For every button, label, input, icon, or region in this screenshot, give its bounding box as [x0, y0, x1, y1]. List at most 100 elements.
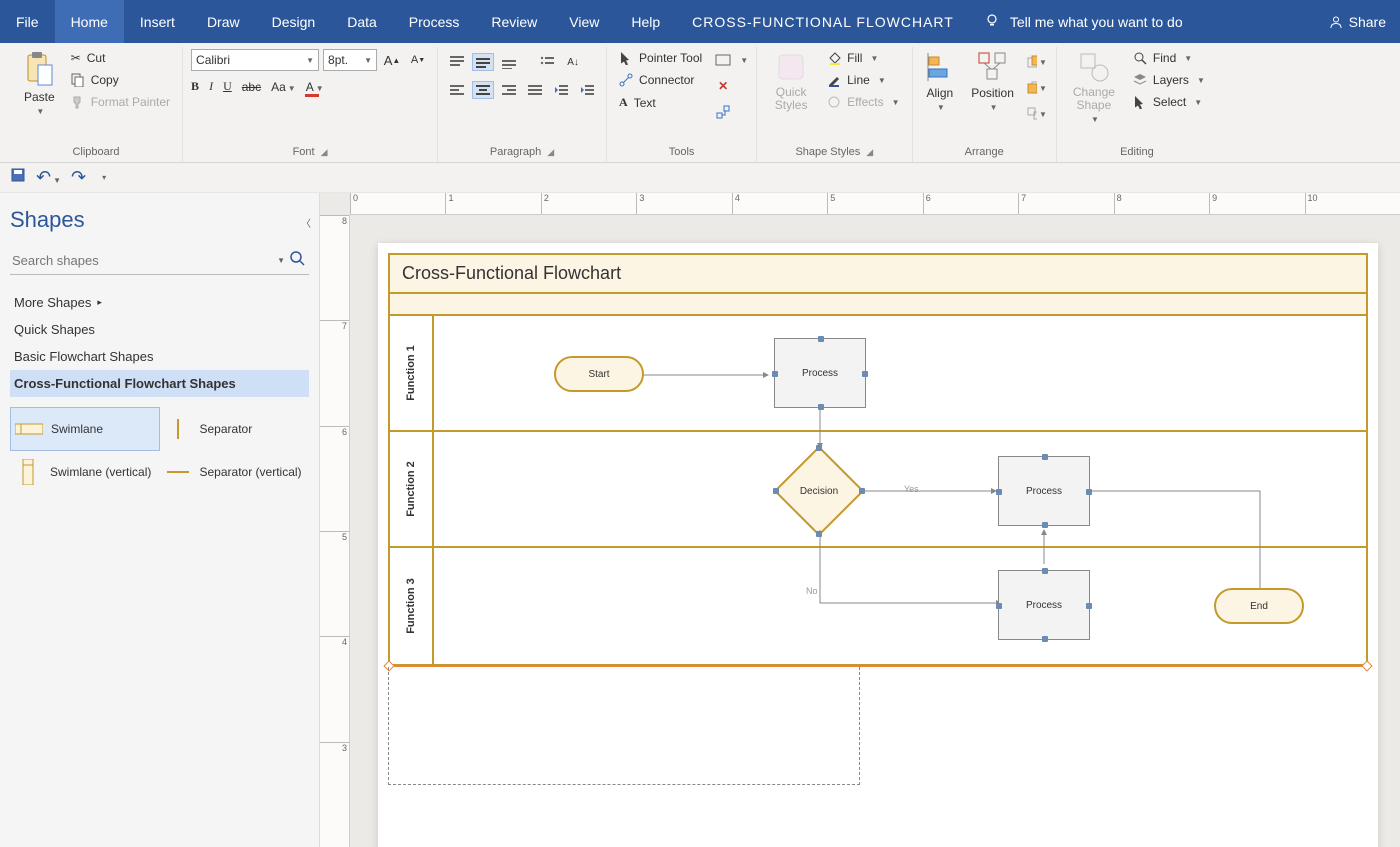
- main-area: Shapes 〈 ▼ More Shapes▸ Quick Shapes Bas…: [0, 193, 1400, 847]
- lane-2[interactable]: Function 2 Decision Yes Process: [390, 432, 1366, 548]
- dialog-launcher-icon[interactable]: ◢: [547, 147, 554, 158]
- pointer-tool-button[interactable]: Pointer Tool: [615, 49, 706, 67]
- dialog-launcher-icon[interactable]: ◢: [866, 147, 873, 158]
- select-button[interactable]: Select▼: [1129, 93, 1209, 111]
- qat-customize-button[interactable]: ▾: [102, 173, 106, 182]
- text-direction-button[interactable]: A↓: [562, 53, 584, 71]
- grow-font-button[interactable]: A▲: [381, 51, 403, 69]
- category-cross-functional[interactable]: Cross-Functional Flowchart Shapes: [10, 370, 309, 397]
- redo-button[interactable]: ↷: [71, 167, 86, 188]
- fill-button[interactable]: Fill▼: [823, 49, 903, 67]
- share-label: Share: [1349, 14, 1386, 30]
- shape-swimlane-vertical[interactable]: Swimlane (vertical): [10, 451, 160, 493]
- share-button[interactable]: Share: [1329, 14, 1386, 30]
- align-right-button[interactable]: [498, 81, 520, 99]
- drawing-canvas[interactable]: 012345678910 876543 Cross-Functional Flo…: [320, 193, 1400, 847]
- align-button[interactable]: Align▼: [921, 49, 960, 114]
- tab-home[interactable]: Home: [55, 0, 124, 43]
- tab-design[interactable]: Design: [256, 0, 332, 43]
- change-shape-button[interactable]: Change Shape▼: [1065, 49, 1123, 126]
- flowchart-title[interactable]: Cross-Functional Flowchart: [390, 255, 1366, 294]
- underline-button[interactable]: U: [223, 79, 232, 94]
- process-node-1[interactable]: Process: [774, 338, 866, 408]
- shape-swimlane[interactable]: Swimlane: [10, 407, 160, 451]
- decrease-indent-button[interactable]: [550, 81, 572, 99]
- connection-point-button[interactable]: [712, 103, 734, 121]
- shape-separator-vertical[interactable]: Separator (vertical): [160, 451, 310, 493]
- decision-node[interactable]: Decision: [776, 448, 862, 534]
- align-left-button[interactable]: [446, 81, 468, 99]
- copy-button[interactable]: Copy: [67, 71, 174, 89]
- category-basic-flowchart[interactable]: Basic Flowchart Shapes: [10, 343, 309, 370]
- copy-icon: [71, 73, 85, 87]
- bold-button[interactable]: B: [191, 79, 199, 94]
- search-icon[interactable]: [285, 248, 309, 273]
- font-family-select[interactable]: Calibri▼: [191, 49, 319, 71]
- tab-insert[interactable]: Insert: [124, 0, 191, 43]
- tab-view[interactable]: View: [553, 0, 615, 43]
- end-node[interactable]: End: [1214, 588, 1304, 624]
- process-node-2[interactable]: Process: [998, 456, 1090, 526]
- shape-separator[interactable]: Separator: [160, 407, 310, 451]
- tab-process[interactable]: Process: [393, 0, 476, 43]
- lane-3[interactable]: Function 3 No Process End: [390, 548, 1366, 664]
- tell-me-search[interactable]: Tell me what you want to do: [984, 12, 1183, 31]
- layers-button[interactable]: Layers▼: [1129, 71, 1209, 89]
- shape-search-input[interactable]: [10, 247, 275, 274]
- align-top-button[interactable]: [446, 53, 468, 71]
- cut-button[interactable]: ✂Cut: [67, 49, 174, 67]
- cursor-icon: [619, 51, 633, 65]
- undo-button[interactable]: ↶▼: [36, 167, 61, 188]
- shrink-font-button[interactable]: A▼: [407, 51, 429, 69]
- font-color-button[interactable]: A▼: [306, 80, 324, 94]
- titlebar: File Home Insert Draw Design Data Proces…: [0, 0, 1400, 43]
- position-button[interactable]: Position▼: [965, 49, 1020, 114]
- category-more-shapes[interactable]: More Shapes▸: [10, 289, 309, 316]
- collapse-pane-button[interactable]: 〈: [301, 215, 311, 230]
- category-quick-shapes[interactable]: Quick Shapes: [10, 316, 309, 343]
- tab-draw[interactable]: Draw: [191, 0, 256, 43]
- align-center-button[interactable]: [472, 81, 494, 99]
- format-painter-button[interactable]: Format Painter: [67, 93, 174, 111]
- bullets-button[interactable]: [536, 53, 558, 71]
- tab-help[interactable]: Help: [615, 0, 676, 43]
- edge-label-yes[interactable]: Yes: [904, 484, 919, 494]
- delete-connector-button[interactable]: ✕: [712, 77, 734, 95]
- lane-1[interactable]: Function 1 Start Process: [390, 316, 1366, 432]
- edge-label-no[interactable]: No: [806, 586, 818, 596]
- tab-review[interactable]: Review: [475, 0, 553, 43]
- change-case-button[interactable]: Aa▼: [271, 80, 296, 94]
- lane-1-label[interactable]: Function 1: [390, 316, 434, 430]
- quick-styles-button[interactable]: Quick Styles: [765, 49, 817, 114]
- lane-2-label[interactable]: Function 2: [390, 432, 434, 546]
- phase-header[interactable]: [390, 294, 1366, 316]
- bring-front-button[interactable]: ▼: [1026, 53, 1048, 71]
- find-button[interactable]: Find▼: [1129, 49, 1209, 67]
- effects-button[interactable]: Effects▼: [823, 93, 903, 111]
- align-bottom-button[interactable]: [498, 53, 520, 71]
- shape-search[interactable]: ▼: [10, 247, 309, 275]
- page[interactable]: Cross-Functional Flowchart Function 1 St…: [378, 243, 1378, 847]
- save-button[interactable]: [10, 167, 26, 188]
- chevron-down-icon[interactable]: ▼: [277, 256, 285, 265]
- increase-indent-button[interactable]: [576, 81, 598, 99]
- paste-button[interactable]: Paste ▼: [18, 49, 61, 118]
- send-back-button[interactable]: ▼: [1026, 79, 1048, 97]
- swimlane-container[interactable]: Cross-Functional Flowchart Function 1 St…: [388, 253, 1368, 666]
- start-node[interactable]: Start: [554, 356, 644, 392]
- text-tool-button[interactable]: AText: [615, 93, 706, 112]
- dialog-launcher-icon[interactable]: ◢: [321, 147, 328, 158]
- tab-data[interactable]: Data: [331, 0, 393, 43]
- strikethrough-button[interactable]: abc: [242, 80, 261, 94]
- connector-button[interactable]: Connector: [615, 71, 706, 89]
- align-middle-button[interactable]: [472, 53, 494, 71]
- tab-file[interactable]: File: [0, 0, 55, 43]
- align-justify-button[interactable]: [524, 81, 546, 99]
- lane-3-label[interactable]: Function 3: [390, 548, 434, 664]
- line-button[interactable]: Line▼: [823, 71, 903, 89]
- group-button[interactable]: ▼: [1026, 105, 1048, 123]
- font-size-select[interactable]: 8pt.▼: [323, 49, 377, 71]
- rectangle-tool-button[interactable]: [712, 51, 734, 69]
- process-node-3[interactable]: Process: [998, 570, 1090, 640]
- italic-button[interactable]: I: [209, 79, 213, 94]
